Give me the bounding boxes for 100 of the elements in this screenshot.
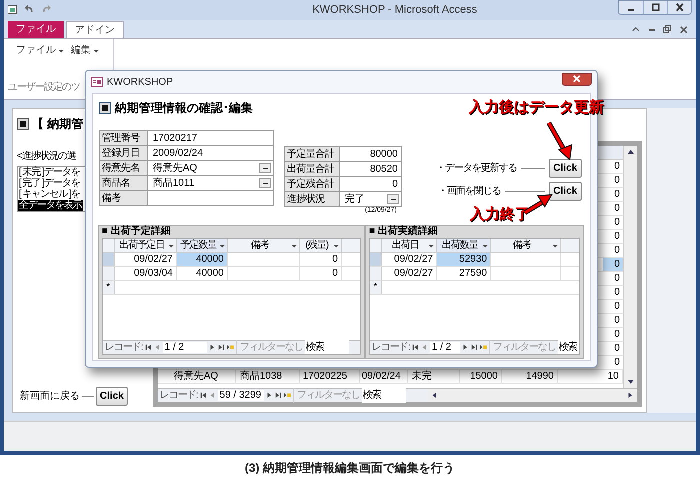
table-cell: 得意先AQ [170,370,236,383]
table-cell: 未完 [408,370,460,383]
close-icon[interactable] [679,25,689,35]
record-label: レコード: [105,341,143,354]
table-cell: 0 [603,258,623,271]
filter-option[interactable]: [ 完了 ]データを [18,178,82,189]
subform-title: ■ 出荷実績詳細 [369,226,440,238]
table-cell[interactable]: 52930 [437,253,492,266]
ribbon-menu[interactable]: 編集 [71,43,100,58]
ribbon-tab[interactable]: ファイル [8,21,64,38]
table-cell: 17020225 [300,370,360,383]
scroll-right-icon[interactable] [627,392,634,399]
table-cell[interactable]: 27590 [437,267,492,280]
sort-caret-icon [219,242,226,248]
search-field[interactable]: 検索 [304,340,349,354]
ribbon-group-label: ユーザー設定のツ [8,80,80,95]
first-record-icon[interactable] [144,344,152,351]
table-cell[interactable]: 0 [300,253,342,266]
table-cell-text: 0 [613,286,621,299]
field-label: 備考 [100,191,148,205]
combo-field[interactable]: 商品1011 [148,176,274,190]
first-record-icon[interactable] [200,392,207,399]
form-icon [17,118,29,130]
dropdown-button[interactable] [259,163,271,173]
column-header[interactable]: 備考 [228,239,300,252]
undo-icon[interactable] [24,5,34,15]
dropdown-icon[interactable] [262,165,268,171]
table-cell-text: 0 [613,314,621,327]
table-cell-text: 0 [613,230,621,243]
field-label: 管理番号 [100,131,148,145]
back-button[interactable]: Click [96,387,128,406]
table-cell-text: 0 [613,244,621,257]
table-cell-text: 0 [613,272,621,285]
next-record-icon[interactable] [462,344,469,351]
sort-caret-icon [291,242,298,248]
vertical-scrollbar[interactable] [623,146,637,388]
field-label: 予定量合計 [285,147,340,161]
ribbon-tab[interactable]: アドイン [66,21,124,38]
table-cell[interactable]: 40000 [177,267,228,280]
horizontal-scrollbar[interactable] [428,388,637,402]
column-header[interactable]: 備考 [491,239,562,252]
action-label: ・画面を閉じる [438,185,501,199]
new-record-icon[interactable] [284,392,291,399]
dropdown-icon[interactable] [390,196,396,202]
next-record-icon[interactable] [266,392,273,399]
text-field[interactable]: 80000 [340,147,402,161]
table-cell-text: 0 [613,188,621,201]
table-cell[interactable]: 09/02/27 [382,267,438,280]
sort-caret-icon [552,242,560,248]
table-cell-text: 0 [613,342,621,355]
table-cell-text: 0 [613,356,621,369]
column-header[interactable]: 予定数量 [177,239,228,252]
ribbon-menu[interactable]: ファイル [16,43,65,58]
dropdown-button[interactable] [259,178,271,188]
new-record-icon[interactable] [480,344,487,351]
close-icon[interactable] [674,3,684,12]
dialog-heading: 納期管理情報の確認･編集 [115,100,253,117]
last-record-icon[interactable] [471,344,478,351]
text-field[interactable]: 17020217 [148,131,274,145]
caret-icon [58,48,65,54]
text-field[interactable]: 80520 [340,162,402,176]
first-record-icon[interactable] [412,344,419,351]
column-header[interactable]: (残量) [300,239,342,252]
table-cell-text: 0 [613,174,621,187]
table-cell-text: 0 [613,300,621,313]
form-heading: 【 納期管 [32,116,84,133]
table-cell[interactable]: 0 [300,267,342,280]
filter-option[interactable]: [ 未完 ]データを [18,167,82,178]
table-cell[interactable]: 40000 [177,253,228,266]
search-field[interactable]: 検索 [362,388,406,403]
combo-field[interactable]: 完了 [340,192,402,206]
dropdown-icon[interactable] [262,180,268,186]
scroll-down-icon[interactable] [626,378,634,386]
scroll-left-icon[interactable] [431,392,438,399]
back-label: 新画面に戻る [20,390,80,404]
record-position-field[interactable]: 1 / 2 [430,342,460,353]
text-field[interactable]: 0 [340,177,402,191]
record-position-field[interactable]: 1 / 2 [162,342,207,353]
new-record-icon[interactable] [226,344,234,351]
click-button[interactable]: Click [549,159,582,178]
filter-option[interactable]: [ キャンセル ]を [18,189,82,200]
dropdown-button[interactable] [387,194,399,204]
record-label: レコード: [160,389,198,403]
close-button[interactable] [562,72,592,86]
table-cell[interactable]: 09/03/04 [115,267,177,280]
arrow-icon [546,120,574,162]
maximize-icon[interactable] [650,3,660,12]
column-header[interactable]: 出荷数量 [437,239,492,252]
text-field[interactable]: 2009/02/24 [148,146,274,160]
search-field[interactable]: 検索 [558,340,579,354]
next-record-icon[interactable] [208,344,216,351]
app-icon[interactable] [8,5,18,15]
combo-field[interactable]: 得意先AQ [148,161,274,175]
filter-option[interactable]: 全データを表示 [18,200,83,211]
restore-icon[interactable] [663,25,673,35]
record-position-field[interactable]: 59 / 3299 [218,390,264,401]
click-button[interactable]: Click [549,182,582,201]
table-cell: 15000 [460,370,502,383]
action-label: ・データを更新する [436,162,517,176]
scroll-up-icon[interactable] [626,148,634,156]
